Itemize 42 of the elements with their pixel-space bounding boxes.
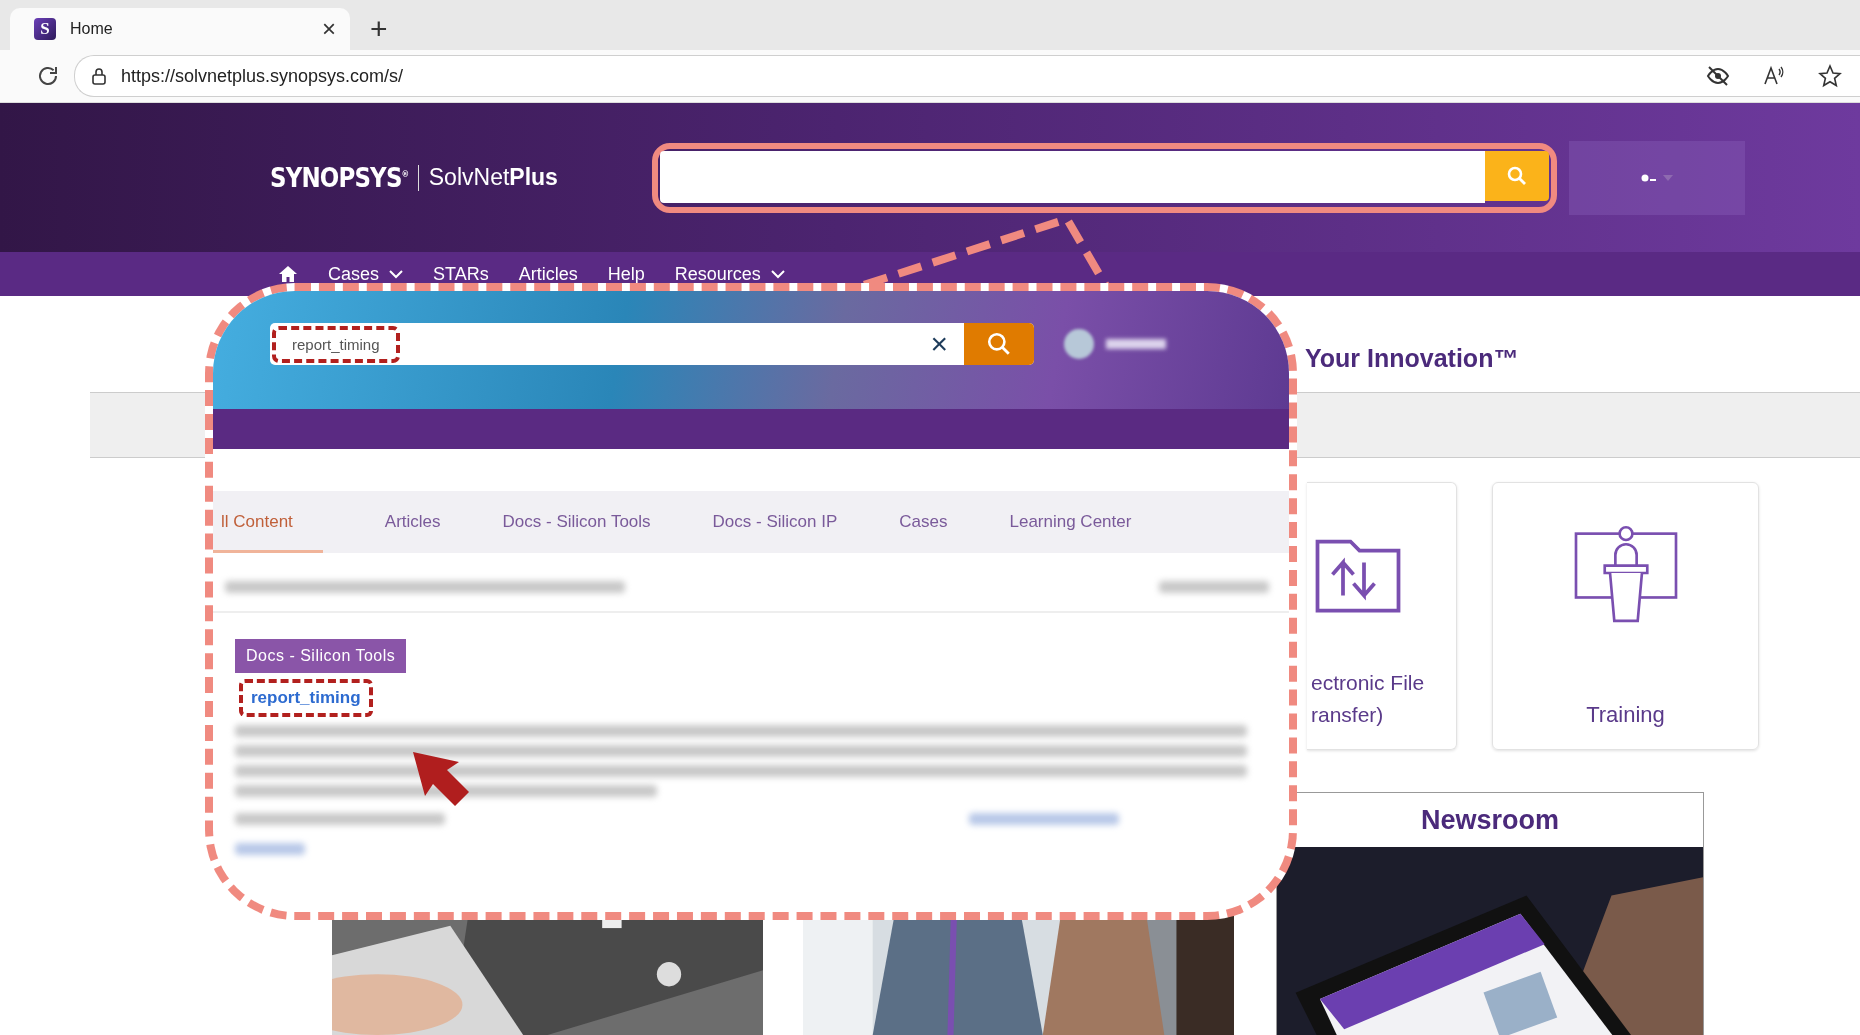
result-tab[interactable]: Articles (384, 491, 441, 553)
result-tab[interactable]: Docs - Silicon IP (712, 491, 838, 553)
lock-icon (91, 67, 107, 85)
nav-link[interactable]: Cases (328, 263, 404, 285)
result-tab[interactable]: Cases (899, 491, 948, 553)
result-link[interactable]: report_timing (239, 679, 373, 717)
product-name: SolvNetPlus (428, 164, 558, 191)
search-query: report_timing (272, 325, 400, 363)
result-tab[interactable]: Learning Center (1009, 491, 1132, 553)
result-tab[interactable]: ll Content (213, 491, 323, 553)
reload-icon[interactable] (36, 64, 60, 88)
synopsys-logo[interactable]: SYNOPSYS$^{®}$ (270, 162, 409, 193)
search-field[interactable]: report_timing × (270, 323, 1034, 365)
pointer-arrow (411, 750, 471, 806)
user-avatar-icon[interactable] (1064, 329, 1094, 359)
home-icon[interactable] (278, 265, 298, 283)
card-label: Training (1586, 701, 1665, 729)
nav-link[interactable]: Resources (674, 263, 785, 285)
section-title: Newsroom (1419, 803, 1560, 837)
clear-button[interactable]: × (930, 329, 948, 359)
page-heading: Your Innovation™ (1305, 344, 1519, 374)
service-card[interactable]: ectronic File ransfer) (1307, 482, 1457, 750)
search-button[interactable] (964, 323, 1034, 365)
nav-link[interactable]: Help (607, 263, 645, 285)
service-card[interactable]: Training (1492, 482, 1759, 750)
nav-link[interactable]: STARs (433, 263, 489, 285)
user-avatar-icon (1641, 172, 1657, 183)
search-bar[interactable] (652, 142, 1557, 213)
category-tag: Docs - Silicon Tools (235, 639, 407, 673)
blurred-text (235, 843, 305, 855)
new-tab-button[interactable]: + (370, 14, 388, 44)
card-label: ectronic File ransfer) (1310, 670, 1425, 728)
browser-tab[interactable]: S Home × (10, 8, 350, 50)
blurred-text (1106, 339, 1166, 349)
star-icon[interactable] (1818, 64, 1842, 88)
favicon: S (34, 18, 56, 40)
result-tab[interactable]: Docs - Silicon Tools (502, 491, 651, 553)
address-field[interactable]: https://solvnetplus.synopsys.com/s/ (74, 55, 1860, 97)
search-icon (986, 331, 1012, 357)
nav-link[interactable]: Articles (518, 263, 578, 285)
eye-off-icon[interactable] (1706, 64, 1730, 88)
caret-icon (1663, 174, 1673, 181)
